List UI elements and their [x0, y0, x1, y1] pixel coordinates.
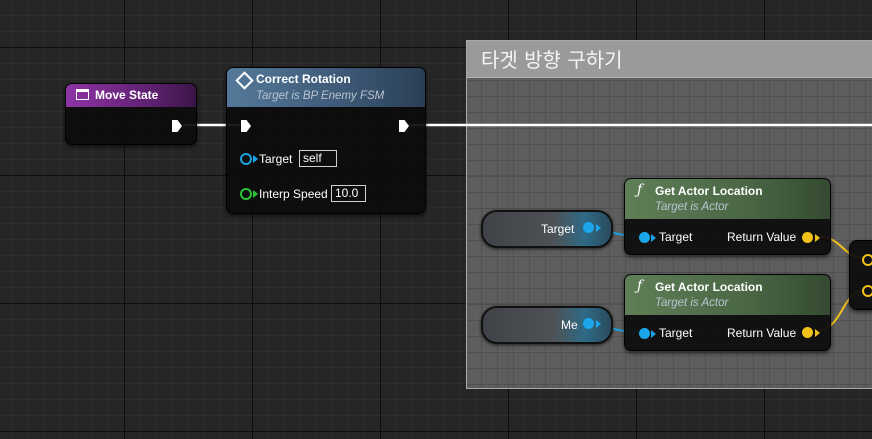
vector-op-node-partial[interactable]: [849, 240, 872, 310]
function-icon: ƒ: [637, 278, 643, 294]
get-actor-location-node-1[interactable]: ƒ Get Actor Location Target is Actor Tar…: [624, 178, 831, 255]
move-state-node[interactable]: Move State: [65, 83, 197, 145]
get-actor-location-return-label-1: Return Value: [727, 230, 797, 244]
get-actor-location-target-label-1: Target: [659, 230, 693, 244]
correct-rotation-node[interactable]: Correct Rotation Target is BP Enemy FSM …: [226, 67, 426, 214]
target-variable-node[interactable]: Target: [481, 210, 613, 248]
correct-rotation-interp-label: Interp Speed: [259, 187, 328, 201]
correct-rotation-subtitle: Target is BP Enemy FSM: [256, 90, 385, 102]
get-actor-location-return-arrow-2: [815, 329, 820, 337]
comment-title[interactable]: 타겟 방향 구하기: [467, 41, 872, 78]
me-variable-node[interactable]: Me: [481, 306, 613, 344]
get-actor-location-return-pin-1[interactable]: [802, 232, 813, 243]
target-variable-arrow: [596, 224, 601, 232]
target-variable-out-pin[interactable]: [583, 222, 594, 233]
me-variable-label: Me: [561, 318, 578, 332]
get-actor-location-return-pin-2[interactable]: [802, 327, 813, 338]
get-actor-location-target-pin-2[interactable]: [639, 328, 650, 339]
me-variable-arrow: [596, 320, 601, 328]
correct-rotation-target-label: Target: [259, 152, 293, 166]
correct-rotation-exec-in[interactable]: [241, 120, 251, 132]
get-actor-location-target-arrow-1: [651, 234, 656, 242]
interp-pin-arrow: [253, 190, 258, 198]
get-actor-location-title-1: Get Actor Location: [655, 184, 763, 198]
target-pin-arrow: [253, 155, 258, 163]
correct-rotation-exec-out[interactable]: [399, 120, 409, 132]
macro-icon: [76, 89, 89, 100]
get-actor-location-target-arrow-2: [651, 330, 656, 338]
move-state-exec-out[interactable]: [172, 120, 182, 132]
get-actor-location-node-2[interactable]: ƒ Get Actor Location Target is Actor Tar…: [624, 274, 831, 351]
correct-rotation-title: Correct Rotation: [256, 72, 351, 86]
get-actor-location-title-2: Get Actor Location: [655, 280, 763, 294]
me-variable-out-pin[interactable]: [583, 318, 594, 329]
move-state-title: Move State: [95, 88, 159, 102]
get-actor-location-subtitle-1: Target is Actor: [655, 201, 729, 213]
target-variable-label: Target: [541, 222, 575, 236]
correct-rotation-interp-pin[interactable]: [240, 188, 252, 200]
get-actor-location-target-pin-1[interactable]: [639, 232, 650, 243]
get-actor-location-return-arrow-1: [815, 234, 820, 242]
function-icon: ƒ: [637, 182, 643, 198]
get-actor-location-return-label-2: Return Value: [727, 326, 797, 340]
vector-op-input-pin-b[interactable]: [862, 285, 872, 297]
get-actor-location-subtitle-2: Target is Actor: [655, 297, 729, 309]
correct-rotation-interp-value[interactable]: 10.0: [331, 185, 366, 202]
correct-rotation-target-pin[interactable]: [240, 153, 252, 165]
vector-op-input-pin-a[interactable]: [862, 254, 872, 266]
get-actor-location-target-label-2: Target: [659, 326, 693, 340]
correct-rotation-target-value[interactable]: self: [299, 150, 337, 167]
